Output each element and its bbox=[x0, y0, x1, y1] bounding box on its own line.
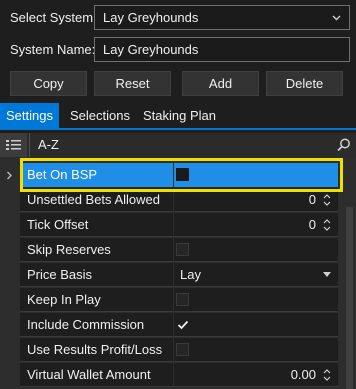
toolbar-divider bbox=[29, 133, 30, 157]
property-name: Unsettled Bets Allowed bbox=[20, 188, 173, 212]
property-name: Tick Offset bbox=[20, 213, 173, 237]
property-value bbox=[174, 238, 338, 262]
property-row-price-basis[interactable]: Price Basis Lay bbox=[20, 263, 338, 287]
property-grid: Bet On BSP Unsettled Bets Allowed 0 Tick… bbox=[0, 157, 356, 389]
property-value bbox=[174, 163, 338, 187]
spinner-icon[interactable] bbox=[323, 367, 331, 383]
property-number-value: 0 bbox=[308, 217, 316, 232]
property-row-bet-on-bsp[interactable]: Bet On BSP bbox=[20, 163, 338, 187]
system-settings-panel: Select System: Lay Greyhounds System Nam… bbox=[0, 0, 356, 389]
property-grid-toolbar: A-Z bbox=[0, 133, 356, 157]
property-value bbox=[174, 338, 338, 362]
copy-button[interactable]: Copy bbox=[10, 71, 87, 96]
property-row-virtual-wallet-amount[interactable]: Virtual Wallet Amount 0.00 bbox=[20, 363, 338, 387]
property-number-value: 0.00 bbox=[290, 367, 316, 382]
system-name-value: Lay Greyhounds bbox=[103, 42, 199, 57]
select-system-label: Select System: bbox=[10, 10, 97, 25]
property-name: Include Commission bbox=[20, 313, 173, 337]
property-name: Keep In Play bbox=[20, 288, 173, 312]
spinner-icon[interactable] bbox=[323, 217, 331, 233]
property-name: Bet On BSP bbox=[20, 163, 173, 187]
system-name-label: System Name: bbox=[10, 42, 96, 57]
property-select-value: Lay bbox=[180, 267, 201, 282]
property-name: Use Results Profit/Loss bbox=[20, 338, 173, 362]
tab-bar: Settings Selections Staking Plan bbox=[0, 103, 356, 130]
property-name: Price Basis bbox=[20, 263, 173, 287]
virtual-wallet-amount-input[interactable]: 0.00 bbox=[174, 363, 338, 387]
categorized-view-button[interactable] bbox=[0, 133, 27, 157]
tick-offset-input[interactable]: 0 bbox=[174, 213, 338, 237]
property-value bbox=[174, 313, 338, 337]
include-commission-checkbox[interactable] bbox=[176, 318, 189, 331]
grid-scrollbar[interactable] bbox=[343, 157, 356, 389]
chevron-down-icon bbox=[332, 15, 341, 21]
property-row-keep-in-play[interactable]: Keep In Play bbox=[20, 288, 338, 312]
delete-button[interactable]: Delete bbox=[266, 71, 343, 96]
skip-reserves-checkbox[interactable] bbox=[176, 243, 189, 256]
property-name: Virtual Wallet Amount bbox=[20, 363, 173, 387]
tab-staking-plan[interactable]: Staking Plan bbox=[143, 103, 216, 128]
bet-on-bsp-checkbox[interactable] bbox=[176, 168, 189, 181]
price-basis-dropdown[interactable]: Lay bbox=[174, 263, 338, 287]
spinner-icon[interactable] bbox=[323, 192, 331, 208]
property-row-use-results-profit-loss[interactable]: Use Results Profit/Loss bbox=[20, 338, 338, 362]
tab-selections[interactable]: Selections bbox=[70, 103, 130, 128]
property-value bbox=[174, 288, 338, 312]
reset-button[interactable]: Reset bbox=[94, 71, 171, 96]
property-row-include-commission[interactable]: Include Commission bbox=[20, 313, 338, 337]
checkmark-icon bbox=[177, 320, 189, 330]
select-system-dropdown[interactable]: Lay Greyhounds bbox=[94, 5, 350, 30]
property-row-unsettled-bets-allowed[interactable]: Unsettled Bets Allowed 0 bbox=[20, 188, 338, 212]
use-results-profit-loss-checkbox[interactable] bbox=[176, 343, 189, 356]
add-button[interactable]: Add bbox=[182, 71, 259, 96]
dropdown-arrow-icon bbox=[323, 272, 331, 277]
property-number-value: 0 bbox=[308, 192, 316, 207]
scrollbar-thumb[interactable] bbox=[346, 207, 353, 389]
property-row-tick-offset[interactable]: Tick Offset 0 bbox=[20, 213, 338, 237]
select-system-value: Lay Greyhounds bbox=[103, 10, 199, 25]
keep-in-play-checkbox[interactable] bbox=[176, 293, 189, 306]
tab-settings[interactable]: Settings bbox=[0, 103, 59, 128]
unsettled-bets-allowed-input[interactable]: 0 bbox=[174, 188, 338, 212]
property-row-skip-reserves[interactable]: Skip Reserves bbox=[20, 238, 338, 262]
search-icon[interactable] bbox=[337, 138, 351, 152]
sort-az-button[interactable]: A-Z bbox=[34, 133, 63, 157]
system-name-input[interactable]: Lay Greyhounds bbox=[94, 37, 350, 62]
property-name: Skip Reserves bbox=[20, 238, 173, 262]
categorized-list-icon bbox=[6, 140, 21, 150]
chevron-right-icon[interactable] bbox=[6, 171, 13, 180]
